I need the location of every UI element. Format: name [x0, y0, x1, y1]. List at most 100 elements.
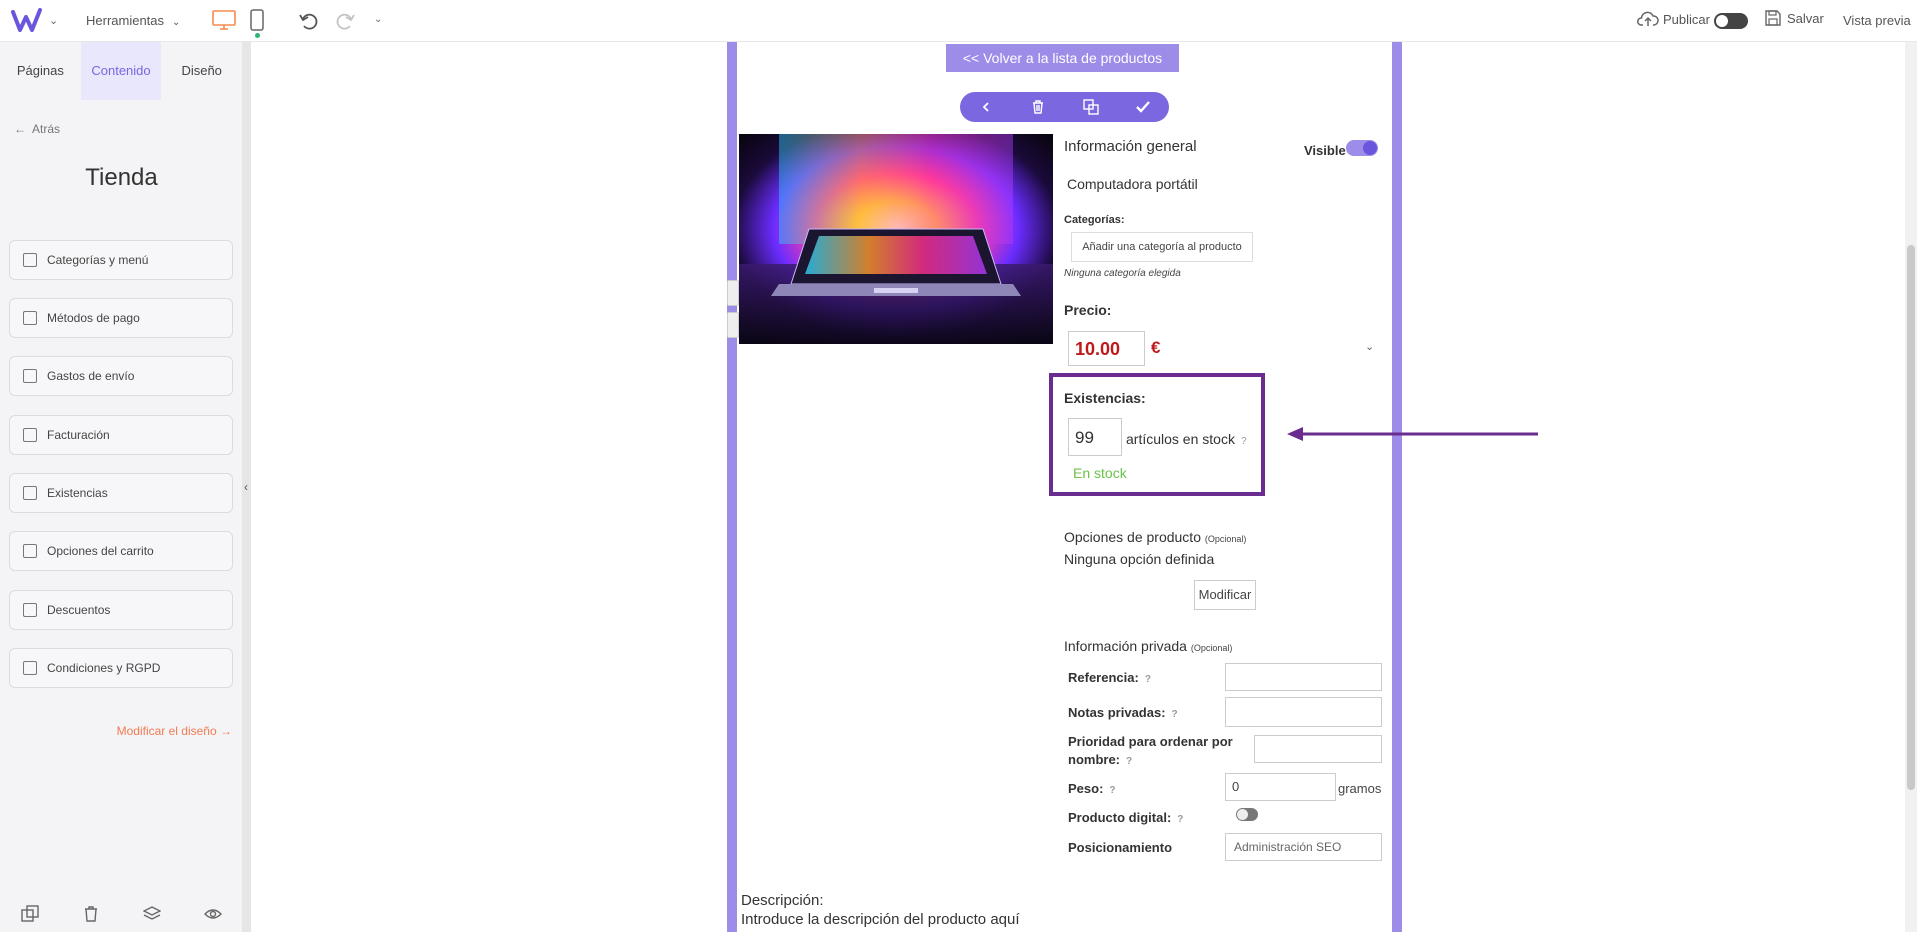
- optional-tag: (Opcional): [1204, 534, 1247, 544]
- truck-icon: [23, 369, 37, 383]
- save-button[interactable]: Salvar: [1765, 10, 1824, 26]
- help-icon[interactable]: ?: [1126, 756, 1132, 767]
- general-info-title: Información general: [1064, 138, 1197, 155]
- credit-card-icon: [23, 311, 37, 325]
- collapse-arrow-icon[interactable]: ‹: [244, 480, 248, 494]
- top-bar: ⌄ Herramientas ⌄ ⌄ Publicar Salvar Vista …: [0, 0, 1917, 42]
- weight-input[interactable]: 0: [1225, 773, 1336, 801]
- trash-icon[interactable]: [82, 905, 100, 923]
- trash-icon[interactable]: [1030, 99, 1046, 115]
- annotation-arrow: [1287, 427, 1538, 441]
- tab-pages[interactable]: Páginas: [0, 42, 81, 100]
- duplicate-icon[interactable]: [1082, 99, 1099, 115]
- back-to-list-button[interactable]: << Volver a la lista de productos: [946, 44, 1179, 72]
- layers-icon[interactable]: [142, 905, 161, 923]
- clipboard-icon: [23, 428, 37, 442]
- price-input[interactable]: 10.00: [1068, 331, 1145, 366]
- back-link[interactable]: ← Atrás: [14, 122, 66, 136]
- product-options-label: Opciones de producto: [1064, 529, 1201, 545]
- sidebar-item-label: Gastos de envío: [47, 369, 135, 383]
- laptop-image: [739, 134, 1053, 344]
- drag-handle[interactable]: [727, 312, 739, 338]
- description-label: Descripción:: [741, 892, 824, 909]
- preview-button[interactable]: Vista previa: [1843, 13, 1911, 28]
- help-icon[interactable]: ?: [1177, 814, 1183, 825]
- sidebar-item-discounts[interactable]: Descuentos: [9, 590, 233, 630]
- priority-input[interactable]: [1254, 735, 1382, 763]
- sidebar-item-billing[interactable]: Facturación: [9, 415, 233, 455]
- undo-icon[interactable]: [298, 10, 320, 32]
- help-icon[interactable]: ?: [1241, 436, 1247, 447]
- stock-unit-label: artículos en stock: [1126, 431, 1235, 447]
- digital-label: Producto digital:?: [1068, 810, 1183, 825]
- modify-design-link[interactable]: Modificar el diseño →: [117, 724, 232, 738]
- stock-input[interactable]: 99: [1068, 418, 1122, 456]
- selection-frame-right: [1392, 42, 1402, 932]
- weight-label: Peso:?: [1068, 781, 1116, 796]
- seo-button[interactable]: Administración SEO: [1225, 833, 1382, 861]
- price-label: Precio:: [1064, 302, 1112, 318]
- folder-icon: [23, 253, 37, 267]
- optional-tag: (Opcional): [1190, 643, 1233, 653]
- description-placeholder[interactable]: Introduce la descripción del producto aq…: [741, 911, 1020, 928]
- no-options-text: Ninguna opción definida: [1064, 551, 1215, 567]
- help-icon[interactable]: ?: [1109, 785, 1115, 796]
- chevron-down-icon[interactable]: ⌄: [374, 14, 382, 25]
- sidebar-item-label: Existencias: [47, 486, 108, 500]
- priority-label-text: Prioridad para ordenar por nombre:: [1068, 734, 1233, 767]
- chevron-down-icon: ⌄: [172, 17, 181, 28]
- digital-product-toggle[interactable]: [1236, 808, 1258, 821]
- sidebar-item-shipping[interactable]: Gastos de envío: [9, 356, 233, 396]
- sidebar-item-payment[interactable]: Métodos de pago: [9, 298, 233, 338]
- publish-toggle[interactable]: [1714, 13, 1748, 29]
- logo-icon[interactable]: [10, 7, 46, 35]
- chevron-left-icon[interactable]: [978, 99, 994, 115]
- sidebar-item-stock[interactable]: Existencias: [9, 473, 233, 513]
- priority-label: Prioridad para ordenar por nombre:?: [1068, 733, 1243, 771]
- desktop-icon[interactable]: [212, 10, 236, 30]
- help-icon[interactable]: ?: [1145, 674, 1151, 685]
- arrow-left-icon: ←: [14, 122, 26, 136]
- visible-toggle[interactable]: [1346, 140, 1378, 156]
- currency-symbol: €: [1151, 338, 1161, 357]
- sidebar-title: Tienda: [85, 164, 158, 191]
- redo-icon[interactable]: [334, 10, 356, 32]
- duplicate-icon[interactable]: [21, 905, 40, 923]
- mobile-icon[interactable]: [250, 9, 264, 31]
- stock-unit-text: artículos en stock?: [1126, 431, 1247, 447]
- sidebar-item-terms[interactable]: Condiciones y RGPD: [9, 648, 233, 688]
- eye-icon[interactable]: [203, 905, 222, 923]
- product-name[interactable]: Computadora portátil: [1067, 176, 1198, 192]
- sidebar-splitter[interactable]: ‹: [243, 42, 251, 932]
- tools-menu[interactable]: Herramientas ⌄: [86, 13, 180, 28]
- chevron-down-icon[interactable]: ⌄: [1365, 340, 1374, 353]
- drag-handle[interactable]: [727, 280, 739, 306]
- digital-label-text: Producto digital:: [1068, 810, 1172, 825]
- chevron-down-icon[interactable]: ⌄: [49, 14, 58, 27]
- add-category-button[interactable]: Añadir una categoría al producto: [1071, 232, 1253, 262]
- check-icon[interactable]: [1135, 99, 1151, 115]
- tab-design[interactable]: Diseño: [161, 42, 242, 100]
- reference-input[interactable]: [1225, 663, 1382, 691]
- weight-label-text: Peso:: [1068, 781, 1104, 796]
- help-icon[interactable]: ?: [1172, 709, 1178, 720]
- sidebar-item-categories[interactable]: Categorías y menú: [9, 240, 233, 280]
- sidebar-item-cart-options[interactable]: Opciones del carrito: [9, 531, 233, 571]
- private-notes-textarea[interactable]: [1225, 697, 1382, 727]
- private-notes-label-text: Notas privadas:: [1068, 705, 1166, 720]
- private-info-label: Información privada: [1064, 638, 1187, 654]
- categories-label: Categorías:: [1064, 214, 1125, 226]
- sidebar-item-label: Categorías y menú: [47, 253, 149, 267]
- tab-content[interactable]: Contenido: [80, 42, 162, 100]
- arrow-right-icon: →: [220, 724, 232, 738]
- publish-label: Publicar: [1663, 11, 1710, 27]
- scrollbar-thumb[interactable]: [1907, 245, 1915, 790]
- publish-button[interactable]: Publicar: [1637, 10, 1710, 28]
- reference-label-text: Referencia:: [1068, 670, 1139, 685]
- tag-icon: [23, 603, 37, 617]
- product-image[interactable]: [739, 134, 1053, 344]
- stock-label: Existencias:: [1064, 390, 1146, 406]
- private-info-title: Información privada (Opcional): [1064, 638, 1232, 654]
- modify-options-button[interactable]: Modificar: [1194, 580, 1256, 610]
- inventory-icon: [23, 486, 37, 500]
